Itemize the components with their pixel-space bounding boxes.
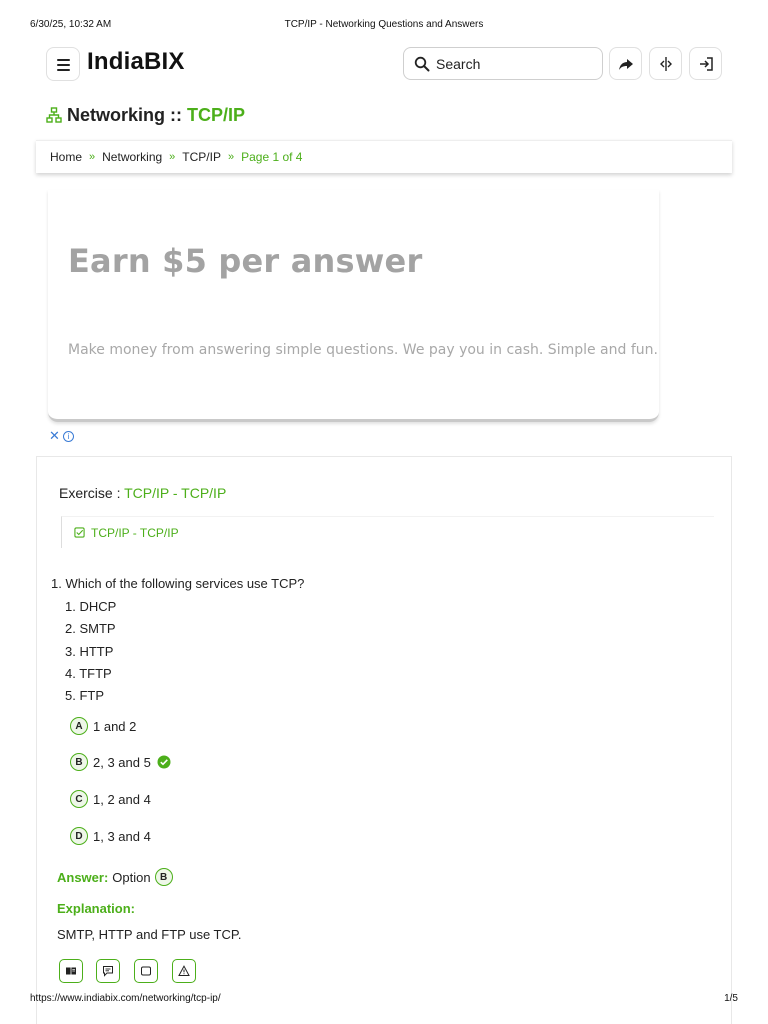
correct-check-icon — [157, 755, 171, 769]
site-logo[interactable]: IndiaBIX — [87, 48, 185, 76]
explanation-label: Explanation: — [57, 901, 136, 916]
split-view-icon — [659, 56, 672, 71]
exercise-name[interactable]: TCP/IP - TCP/IP — [124, 485, 226, 501]
option-letter-badge: A — [70, 717, 88, 735]
report-frame-button[interactable] — [134, 959, 158, 983]
answer-letter-badge: B — [154, 868, 173, 886]
option-d[interactable]: D 1, 3 and 4 — [70, 827, 151, 845]
menu-icon — [57, 59, 70, 61]
breadcrumb-separator: » — [169, 151, 176, 163]
print-title: TCP/IP - Networking Questions and Answer… — [284, 19, 484, 30]
page-title-topic: TCP/IP — [187, 104, 246, 125]
question-item: 4. TFTP — [65, 665, 112, 681]
login-button[interactable] — [689, 47, 722, 80]
question-text: 1. Which of the following services use T… — [51, 576, 304, 591]
breadcrumb-tcpip[interactable]: TCP/IP — [182, 150, 221, 164]
breadcrumb-separator: » — [227, 151, 235, 163]
page-title: Networking :: TCP/IP — [46, 104, 245, 126]
explanation-text: SMTP, HTTP and FTP use TCP. — [57, 927, 242, 942]
advertisement-banner[interactable]: Earn $5 per answer Make money from answe… — [48, 190, 659, 422]
breadcrumb-networking[interactable]: Networking — [102, 150, 162, 164]
checkbox-icon — [74, 527, 85, 538]
subtopic-tab[interactable]: TCP/IP - TCP/IP — [61, 516, 714, 548]
discuss-icon — [103, 966, 113, 977]
question-body: Which of the following services use TCP? — [65, 576, 305, 591]
answer-prefix: Option — [112, 869, 151, 885]
option-text: 2, 3 and 5 — [93, 754, 151, 770]
page-title-prefix: Networking :: — [67, 104, 182, 125]
ad-subtext: Make money from answering simple questio… — [68, 342, 658, 358]
share-icon — [618, 58, 633, 70]
exercise-card: Exercise : TCP/IP - TCP/IP TCP/IP - TCP/… — [36, 456, 732, 1024]
breadcrumb: Home » Networking » TCP/IP » Page 1 of 4 — [36, 140, 732, 173]
menu-button[interactable] — [46, 47, 80, 81]
search-icon — [414, 56, 430, 72]
share-button[interactable] — [609, 47, 642, 80]
option-text: 1, 2 and 4 — [93, 791, 151, 807]
question-item: 5. FTP — [65, 688, 105, 704]
breadcrumb-home[interactable]: Home — [50, 150, 82, 164]
subtopic-label: TCP/IP - TCP/IP — [91, 525, 179, 540]
question-items: 1. DHCP 2. SMTP 3. HTTP 4. TFTP 5. FTP — [65, 596, 116, 707]
network-icon — [46, 107, 62, 123]
report-error-button[interactable] — [172, 959, 196, 983]
search-input[interactable] — [436, 54, 586, 74]
breadcrumb-separator: » — [89, 151, 96, 163]
question-item: 3. HTTP — [65, 643, 114, 659]
option-text: 1 and 2 — [93, 718, 137, 734]
option-letter-badge: C — [70, 790, 88, 808]
answer-label: Answer: — [57, 869, 109, 885]
option-a[interactable]: A 1 and 2 — [70, 717, 136, 735]
login-icon — [699, 56, 713, 71]
breadcrumb-current-page: Page 1 of 4 — [241, 150, 303, 164]
ad-headline: Earn $5 per answer — [68, 242, 423, 280]
top-navbar: IndiaBIX — [46, 46, 726, 82]
print-header: 6/30/25, 10:32 AM TCP/IP - Networking Qu… — [0, 19, 768, 33]
report-frame-icon — [141, 966, 151, 976]
exercise-title: Exercise : TCP/IP - TCP/IP — [59, 485, 226, 501]
option-text: 1, 3 and 4 — [93, 828, 151, 844]
discuss-button[interactable] — [96, 959, 120, 983]
ad-info-icon[interactable]: i — [62, 430, 74, 442]
option-c[interactable]: C 1, 2 and 4 — [70, 790, 151, 808]
question-number: 1. — [51, 576, 62, 591]
warning-icon — [178, 965, 190, 976]
print-page-number: 1/5 — [724, 993, 738, 1004]
search-box[interactable] — [403, 47, 603, 80]
option-b[interactable]: B 2, 3 and 5 — [70, 753, 171, 771]
workspace-icon — [66, 967, 76, 975]
exercise-label: Exercise : — [59, 485, 121, 501]
answer-line: Answer: Option B — [57, 868, 173, 886]
question-item: 1. DHCP — [65, 599, 117, 614]
ad-close-icon[interactable]: ✕ — [49, 428, 60, 444]
question-item: 2. SMTP — [65, 621, 116, 637]
option-letter-badge: D — [70, 827, 88, 845]
workspace-button[interactable] — [59, 959, 83, 983]
print-footer: https://www.indiabix.com/networking/tcp-… — [0, 993, 768, 1007]
ad-controls: ✕ i — [49, 428, 74, 444]
print-url: https://www.indiabix.com/networking/tcp-… — [30, 993, 221, 1004]
split-view-button[interactable] — [649, 47, 682, 80]
option-letter-badge: B — [70, 753, 88, 771]
